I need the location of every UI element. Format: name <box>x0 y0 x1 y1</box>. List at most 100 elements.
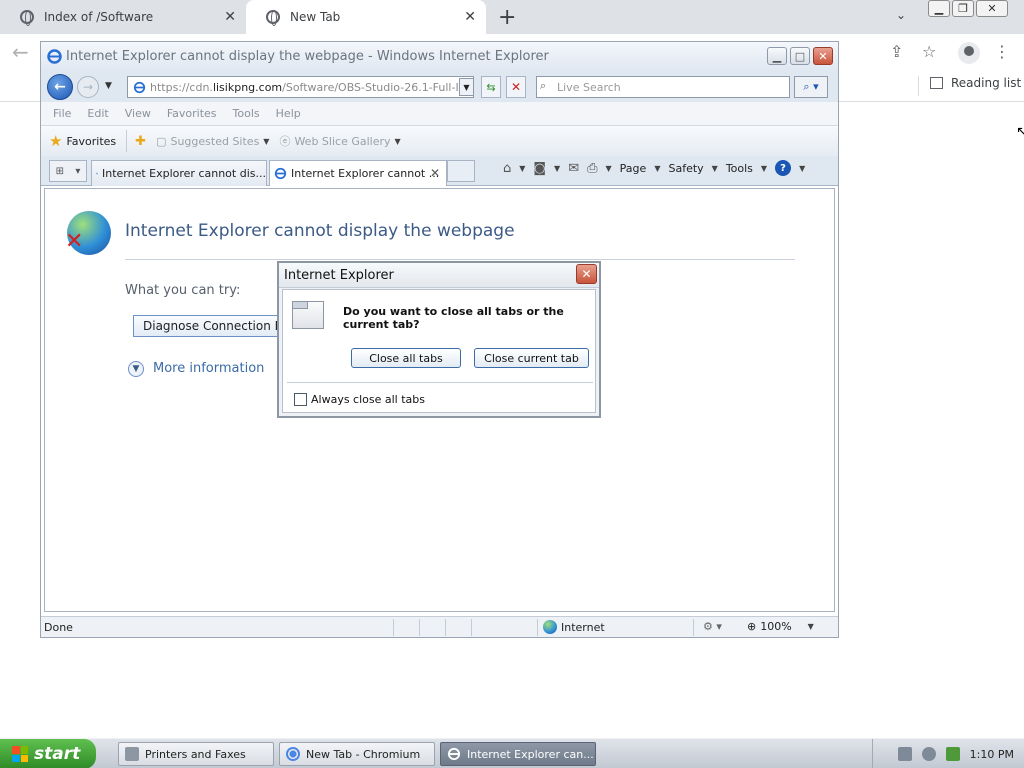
close-all-tabs-button[interactable]: Close all tabs <box>351 348 461 368</box>
diagnose-connection-button[interactable]: Diagnose Connection P <box>133 315 293 337</box>
dialog-close-button[interactable]: ✕ <box>576 264 597 284</box>
ie-page-icon <box>274 167 287 180</box>
web-slice-gallery-link[interactable]: ⓔ Web Slice Gallery ▼ <box>279 133 400 149</box>
close-window-button[interactable]: ✕ <box>976 0 1008 17</box>
task-printers-and-faxes[interactable]: Printers and Faxes <box>118 742 274 766</box>
tab-list-dropdown-icon: ▾ <box>75 165 81 177</box>
chromium-tab-index-of-software[interactable]: Index of /Software ✕ <box>0 0 246 34</box>
mouse-cursor-icon: ↖ <box>1016 124 1024 140</box>
close-tab-icon[interactable]: ✕ <box>464 9 476 25</box>
reading-list-label: Reading list <box>951 76 1022 90</box>
ie-close-button[interactable]: ✕ <box>813 47 833 65</box>
favorites-button[interactable]: ★ Favorites <box>49 130 128 152</box>
new-tab-plus-icon[interactable]: + <box>498 5 516 30</box>
zoom-level: 100% <box>760 620 792 633</box>
ie-tab-1[interactable]: Internet Explorer cannot dis... <box>91 160 267 186</box>
menu-view[interactable]: View <box>125 107 151 120</box>
close-tab-icon[interactable]: ✕ <box>430 166 440 180</box>
ie-favorites-bar: ★ Favorites ✚ ▢ Suggested Sites ▼ ⓔ Web … <box>41 126 838 156</box>
divider <box>419 619 420 636</box>
divider <box>287 382 593 383</box>
bookmark-star-icon[interactable]: ☆ <box>922 42 936 61</box>
page-icon: ▢ <box>156 134 167 148</box>
zoom-control[interactable]: ⊕ 100% ▼ <box>747 620 814 633</box>
restore-button[interactable]: ❐ <box>952 0 974 17</box>
zone-label: Internet <box>561 620 605 634</box>
chevron-down-icon[interactable]: ▼ <box>606 164 612 173</box>
menu-file[interactable]: File <box>53 107 71 120</box>
close-tab-icon[interactable]: ✕ <box>224 9 236 25</box>
what-you-can-try-label: What you can try: <box>125 283 241 298</box>
menu-edit[interactable]: Edit <box>87 107 108 120</box>
task-label: Printers and Faxes <box>145 747 246 761</box>
chevron-down-icon[interactable]: ▼ <box>799 164 805 173</box>
always-close-all-tabs-checkbox[interactable] <box>294 393 307 406</box>
ie-maximize-button[interactable]: □ <box>790 47 810 65</box>
start-button[interactable]: start <box>0 739 96 768</box>
ie-address-bar[interactable]: https://cdn.lisikpng.com/Software/OBS-St… <box>127 76 474 98</box>
volume-icon[interactable] <box>945 747 960 761</box>
kebab-menu-icon[interactable]: ⋮ <box>994 42 1010 61</box>
search-provider-icon: ⌕ <box>540 79 547 92</box>
ie-minimize-button[interactable]: ▁ <box>767 47 787 65</box>
network-icon[interactable] <box>921 747 936 761</box>
clock: 1:10 PM <box>969 747 1014 761</box>
chromium-icon <box>286 747 300 761</box>
suggested-sites-link[interactable]: ▢ Suggested Sites ▼ <box>156 135 269 148</box>
tab-search-chevron-icon[interactable]: ⌄ <box>896 8 906 22</box>
tab-label: Internet Explorer cannot dis... <box>101 167 266 180</box>
ie-forward-button[interactable]: → <box>77 76 99 98</box>
page-ie-icon <box>133 81 146 94</box>
windows-logo-icon <box>12 746 28 762</box>
chevron-down-icon[interactable]: ▼ <box>554 164 560 173</box>
chevron-down-icon: ▼ <box>711 163 718 173</box>
stop-icon[interactable]: ✕ <box>506 76 526 98</box>
more-information-link[interactable]: More information <box>153 361 264 376</box>
expand-chevron-icon[interactable]: ▼ <box>128 361 144 377</box>
mail-icon[interactable]: ✉ <box>568 161 579 176</box>
new-tab-button[interactable] <box>447 160 475 182</box>
chevron-down-icon: ▼ <box>654 163 661 173</box>
quick-tabs-button[interactable]: ⊞ ▾ <box>49 160 87 182</box>
security-zone[interactable]: Internet <box>543 620 605 634</box>
address-dropdown-icon[interactable]: ▼ <box>459 78 474 96</box>
feeds-icon[interactable]: ◙ <box>533 161 546 176</box>
keyboard-icon[interactable] <box>897 747 912 761</box>
help-icon[interactable]: ? <box>775 160 792 176</box>
minimize-button[interactable]: ▁ <box>928 0 950 17</box>
checkbox-label: Always close all tabs <box>311 393 426 406</box>
ie-search-input[interactable]: Live Search <box>536 76 790 98</box>
refresh-icon[interactable]: ⇆ <box>481 76 501 98</box>
menu-tools[interactable]: Tools <box>233 107 260 120</box>
home-icon[interactable]: ⌂ <box>503 161 511 176</box>
share-icon[interactable]: ⇪ <box>890 42 903 61</box>
ie-back-button[interactable]: ← <box>47 74 73 100</box>
tab-label: Index of /Software <box>44 10 154 24</box>
ie-logo-icon <box>47 49 62 64</box>
profile-avatar[interactable] <box>958 42 980 64</box>
protected-mode-icon[interactable]: ⚙ ▾ <box>703 620 722 633</box>
menu-favorites[interactable]: Favorites <box>167 107 217 120</box>
tools-menu-button[interactable]: Tools <box>726 162 753 175</box>
chromium-tab-new-tab[interactable]: New Tab ✕ <box>246 0 486 34</box>
dialog-body: Do you want to close all tabs or the cur… <box>282 289 596 413</box>
divider <box>393 619 394 636</box>
ie-tab-2-active[interactable]: Internet Explorer cannot ... ✕ <box>269 160 447 186</box>
page-menu-button[interactable]: Page <box>620 162 647 175</box>
task-new-tab-chromium[interactable]: New Tab - Chromium <box>279 742 435 766</box>
safety-menu-button[interactable]: Safety <box>668 162 703 175</box>
dialog-titlebar: Internet Explorer ✕ <box>279 263 599 288</box>
add-to-favorites-icon[interactable]: ✚ <box>135 134 146 149</box>
menu-help[interactable]: Help <box>276 107 301 120</box>
search-go-button[interactable]: ⌕ ▾ <box>794 76 828 98</box>
fav-item-label: Suggested Sites <box>170 134 260 148</box>
tabs-window-icon <box>292 301 324 329</box>
print-icon[interactable]: ⎙ <box>587 161 597 176</box>
task-internet-explorer[interactable]: Internet Explorer can... <box>440 742 596 766</box>
divider <box>537 619 538 636</box>
chevron-down-icon[interactable]: ▼ <box>519 164 525 173</box>
recent-pages-dropdown-icon[interactable]: ▼ <box>105 81 112 91</box>
close-current-tab-button[interactable]: Close current tab <box>474 348 589 368</box>
back-arrow-icon[interactable]: ← <box>12 40 29 64</box>
reading-list-button[interactable]: Reading list <box>930 76 1021 90</box>
